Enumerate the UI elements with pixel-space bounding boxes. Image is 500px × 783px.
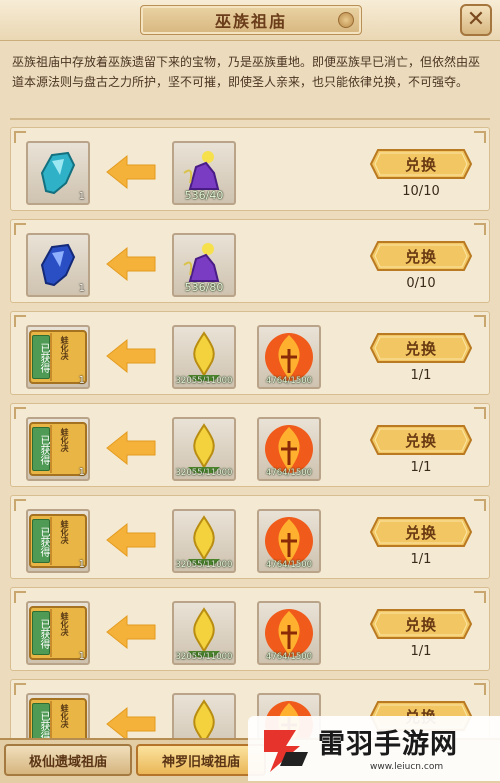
exchange-arrow-icon [105, 154, 157, 194]
exchange-row: 1 536/80 兑换 0/10 [10, 219, 490, 303]
leiyu-logo-icon [264, 730, 308, 772]
exchange-list[interactable]: 1 536/40 兑换 10/10 1 536/80 兑换 0/10 已获得 蛙化决 1 32055/… [10, 127, 490, 739]
obtained-badge: 已获得 [32, 703, 50, 739]
obtained-badge: 已获得 [32, 427, 50, 471]
book-title: 蛙化决 [60, 704, 69, 728]
close-icon: ✕ [466, 7, 486, 32]
obtained-badge: 已获得 [32, 519, 50, 563]
cost-item-slot[interactable]: 4764/1500 [257, 325, 321, 389]
cost-amount: 536/80 [184, 281, 224, 294]
reward-quantity: 1 [78, 467, 85, 478]
exchange-row: 已获得 蛙化决 1 32055/11000 4764/1500 兑换 1/1 [10, 587, 490, 671]
exchange-button[interactable]: 兑换 [370, 517, 472, 547]
cost-amount: 32055/11000 [175, 560, 233, 570]
reward-item-slot[interactable]: 已获得 蛙化决 1 [26, 509, 90, 573]
reward-quantity: 1 [78, 651, 85, 662]
exchange-limit: 0/10 [406, 276, 436, 291]
cost-item-slot[interactable]: 32055/11000 [172, 601, 236, 665]
exchange-button[interactable]: 兑换 [370, 333, 472, 363]
reward-item-slot[interactable]: 1 [26, 233, 90, 297]
cost-item-slot[interactable]: 536/40 [172, 141, 236, 205]
cost-amount: 4764/1500 [265, 560, 313, 570]
cost-item-slot[interactable]: 4764/1500 [257, 417, 321, 481]
cost-amount: 32055/11000 [175, 468, 233, 478]
cost-item-slot[interactable] [172, 693, 236, 739]
book-title: 蛙化决 [60, 336, 69, 360]
exchange-arrow-icon [105, 430, 157, 470]
reward-item-slot[interactable]: 1 [26, 141, 90, 205]
tab-shenluo-temple[interactable]: 神罗旧域祖庙 [136, 744, 266, 776]
exchange-arrow-icon [105, 246, 157, 286]
exchange-row: 已获得 蛙化决 1 32055/11000 4764/1500 兑换 1/1 [10, 311, 490, 395]
exchange-row: 1 536/40 兑换 10/10 [10, 127, 490, 211]
reward-item-slot[interactable]: 已获得 蛙化决 1 [26, 325, 90, 389]
cost-item-slot[interactable]: 32055/11000 [172, 417, 236, 481]
exchange-button[interactable]: 兑换 [370, 149, 472, 179]
exchange-row: 已获得 蛙化决 1 32055/11000 4764/1500 兑换 1/1 [10, 495, 490, 579]
close-button[interactable]: ✕ [460, 4, 492, 36]
page-title: 巫族祖庙 [140, 5, 362, 35]
cost-amount: 4764/1500 [265, 652, 313, 662]
exchange-button-label: 兑换 [404, 155, 437, 174]
cost-item-slot[interactable]: 536/80 [172, 233, 236, 297]
cost-amount: 32055/11000 [175, 652, 233, 662]
exchange-button-label: 兑换 [404, 431, 437, 450]
temple-description: 巫族祖庙中存放着巫族遗留下来的宝物，乃是巫族重地。即便巫族早已消亡，但依然由巫道… [12, 55, 481, 89]
book-title: 蛙化决 [60, 520, 69, 544]
exchange-row: 已获得 蛙化决 1 32055/11000 4764/1500 兑换 1/1 [10, 403, 490, 487]
exchange-limit: 1/1 [410, 460, 432, 475]
tab-jixian-temple[interactable]: 极仙遗域祖庙 [4, 744, 132, 776]
obtained-badge: 已获得 [32, 611, 50, 655]
exchange-arrow-icon [105, 338, 157, 378]
site-watermark: 雷羽手游网 www.leiucn.com [248, 716, 500, 781]
exchange-button[interactable]: 兑换 [370, 241, 472, 271]
book-title: 蛙化决 [60, 612, 69, 636]
cost-amount: 32055/11000 [175, 376, 233, 386]
exchange-limit: 1/1 [410, 368, 432, 383]
reward-quantity: 1 [78, 191, 85, 202]
cost-item-slot[interactable]: 4764/1500 [257, 601, 321, 665]
exchange-arrow-icon [105, 706, 157, 739]
exchange-limit: 1/1 [410, 644, 432, 659]
ribbon-ornament-right [338, 12, 354, 28]
reward-item-slot[interactable]: 已获得 蛙化决 1 [26, 417, 90, 481]
exchange-button-label: 兑换 [404, 615, 437, 634]
exchange-button[interactable]: 兑换 [370, 425, 472, 455]
reward-item-slot[interactable]: 已获得 蛙化决 1 [26, 601, 90, 665]
exchange-button[interactable]: 兑换 [370, 609, 472, 639]
reward-quantity: 1 [78, 283, 85, 294]
watermark-title: 雷羽手游网 [318, 729, 458, 760]
cost-item-slot[interactable]: 4764/1500 [257, 509, 321, 573]
cost-item-slot[interactable]: 32055/11000 [172, 509, 236, 573]
exchange-button-label: 兑换 [404, 247, 437, 266]
reward-quantity: 1 [78, 375, 85, 386]
reward-item-slot[interactable]: 已获得蛙化决1 [26, 693, 90, 739]
title-bar: 巫族祖庙 ✕ [0, 0, 500, 41]
cost-item-slot[interactable]: 32055/11000 [172, 325, 236, 389]
exchange-limit: 10/10 [402, 184, 440, 199]
book-title: 蛙化决 [60, 428, 69, 452]
exchange-button-label: 兑换 [404, 339, 437, 358]
cost-amount: 4764/1500 [265, 376, 313, 386]
cost-amount: 536/40 [184, 189, 224, 202]
divider [10, 118, 490, 120]
obtained-badge: 已获得 [32, 335, 50, 379]
exchange-arrow-icon [105, 614, 157, 654]
cost-amount: 4764/1500 [265, 468, 313, 478]
reward-quantity: 1 [78, 559, 85, 570]
golden-soul-icon [174, 695, 234, 739]
exchange-limit: 1/1 [410, 552, 432, 567]
watermark-url: www.leiucn.com [370, 762, 444, 772]
exchange-arrow-icon [105, 522, 157, 562]
exchange-button-label: 兑换 [404, 523, 437, 542]
